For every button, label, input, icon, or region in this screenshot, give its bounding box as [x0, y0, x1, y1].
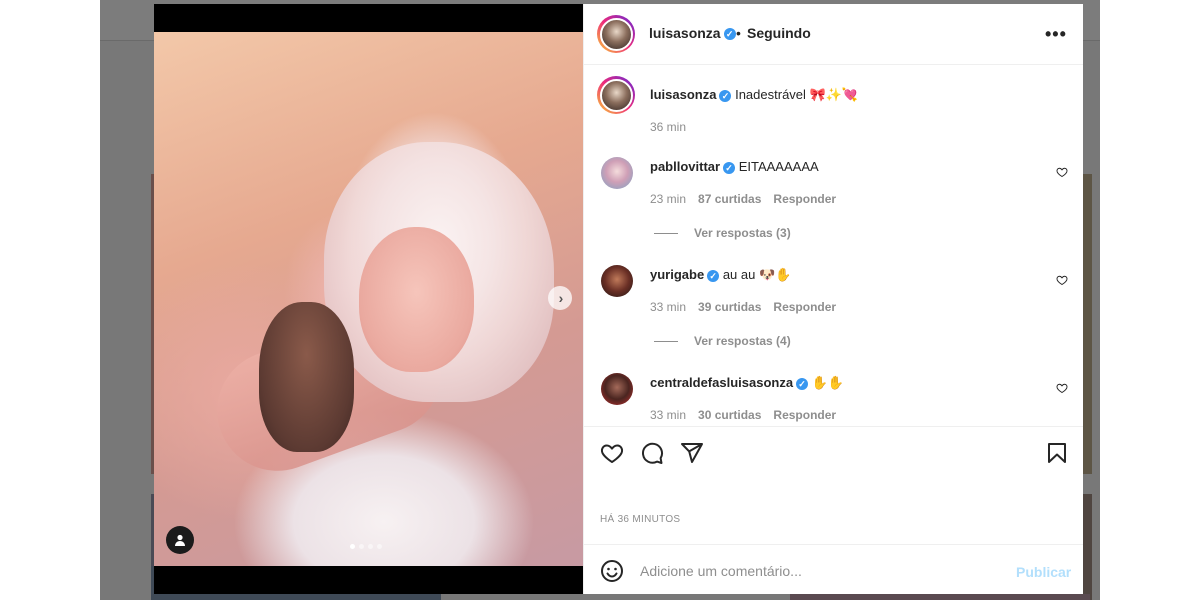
comment-input[interactable] [638, 555, 1002, 587]
comment-meta: 33 min 30 curtidas Responder [650, 408, 836, 422]
next-image-button[interactable]: › [548, 286, 572, 310]
reply-button[interactable]: Responder [773, 408, 836, 422]
photo-face-shape [359, 227, 474, 372]
author-avatar[interactable] [597, 15, 635, 53]
background-tile [790, 594, 1090, 600]
caption-time[interactable]: 36 min [650, 120, 686, 134]
divider [654, 232, 678, 234]
post-media: › [154, 4, 583, 594]
caption: luisasonza ✓ Inadestrável 🎀✨💘 [650, 87, 858, 103]
post-timestamp[interactable]: HÁ 36 MINUTOS [600, 514, 680, 525]
background-tile [1082, 174, 1092, 474]
heart-icon[interactable] [600, 441, 624, 465]
background-tile [1082, 494, 1092, 600]
comment-time[interactable]: 23 min [650, 192, 686, 206]
comment-like-heart-icon[interactable] [1056, 166, 1068, 178]
comment: pabllovittar ✓ EITAAAAAAA [650, 159, 819, 174]
tagged-users-button[interactable] [166, 526, 194, 554]
comment: yurigabe ✓ au au 🐶✋ [650, 267, 791, 283]
comment-meta: 23 min 87 curtidas Responder [650, 192, 836, 206]
caption-username[interactable]: luisasonza [650, 87, 716, 102]
verified-badge-icon: ✓ [723, 28, 736, 41]
add-comment-bar: Publicar [584, 544, 1083, 594]
caption-meta: 36 min [650, 120, 686, 134]
comment-likes[interactable]: 39 curtidas [698, 300, 761, 314]
user-tag-icon [175, 534, 185, 546]
comments-list: luisasonza ✓ Inadestrável 🎀✨💘 36 min pabl… [584, 65, 1083, 426]
reply-button[interactable]: Responder [773, 300, 836, 314]
carousel-indicator [350, 544, 382, 549]
post-header: luisasonza ✓ • Seguindo ••• [584, 4, 1083, 65]
view-replies-label: Ver respostas (3) [694, 226, 791, 240]
comment-username[interactable]: yurigabe [650, 267, 704, 282]
carousel-dot [359, 544, 364, 549]
comment-username[interactable]: centraldefasluisasonza [650, 375, 793, 390]
comment-time[interactable]: 33 min [650, 300, 686, 314]
chevron-right-icon: › [558, 290, 564, 306]
bookmark-icon[interactable] [1045, 441, 1069, 465]
caption-text: Inadestrável 🎀✨💘 [735, 87, 859, 102]
comment: centraldefasluisasonza ✓ ✋✋ [650, 375, 844, 391]
verified-badge-icon: ✓ [796, 377, 809, 390]
carousel-dot [368, 544, 373, 549]
post-photo[interactable] [154, 32, 583, 566]
carousel-dot [377, 544, 382, 549]
view-replies-label: Ver respostas (4) [694, 334, 791, 348]
comment-text: au au 🐶✋ [722, 267, 792, 282]
comment-text: ✋✋ [811, 375, 845, 390]
caption-author-avatar[interactable] [597, 76, 635, 114]
post-modal: › luisasonza ✓ • Seguindo ••• luisasonza… [154, 4, 1083, 594]
view-replies-button[interactable]: Ver respostas (4) [654, 334, 791, 348]
commenter-avatar[interactable] [601, 373, 633, 405]
commenter-avatar[interactable] [601, 157, 633, 189]
reply-button[interactable]: Responder [773, 192, 836, 206]
publish-button[interactable]: Publicar [1016, 564, 1071, 580]
view-replies-button[interactable]: Ver respostas (3) [654, 226, 791, 240]
verified-badge-icon: ✓ [723, 161, 736, 174]
verified-badge-icon: ✓ [707, 269, 720, 282]
comment-text: EITAAAAAAA [738, 159, 819, 174]
divider [654, 340, 678, 342]
more-options-icon[interactable]: ••• [1045, 24, 1067, 45]
comment-likes[interactable]: 30 curtidas [698, 408, 761, 422]
header-separator: • [736, 25, 741, 41]
post-actions [584, 426, 1083, 479]
comment-likes[interactable]: 87 curtidas [698, 192, 761, 206]
author-username[interactable]: luisasonza ✓ [649, 25, 736, 41]
comment-time[interactable]: 33 min [650, 408, 686, 422]
commenter-avatar[interactable] [601, 265, 633, 297]
comment-icon[interactable] [640, 441, 664, 465]
smiley-icon[interactable] [600, 559, 624, 583]
comment-meta: 33 min 39 curtidas Responder [650, 300, 836, 314]
comment-username[interactable]: pabllovittar [650, 159, 720, 174]
post-side-panel: luisasonza ✓ • Seguindo ••• luisasonza ✓ I… [583, 4, 1083, 594]
carousel-dot [350, 544, 355, 549]
photo-dog-shape [259, 302, 354, 452]
verified-badge-icon: ✓ [719, 89, 732, 102]
paper-plane-icon[interactable] [680, 441, 704, 465]
follow-status-button[interactable]: Seguindo [747, 25, 811, 41]
comment-like-heart-icon[interactable] [1056, 274, 1068, 286]
comment-like-heart-icon[interactable] [1056, 382, 1068, 394]
